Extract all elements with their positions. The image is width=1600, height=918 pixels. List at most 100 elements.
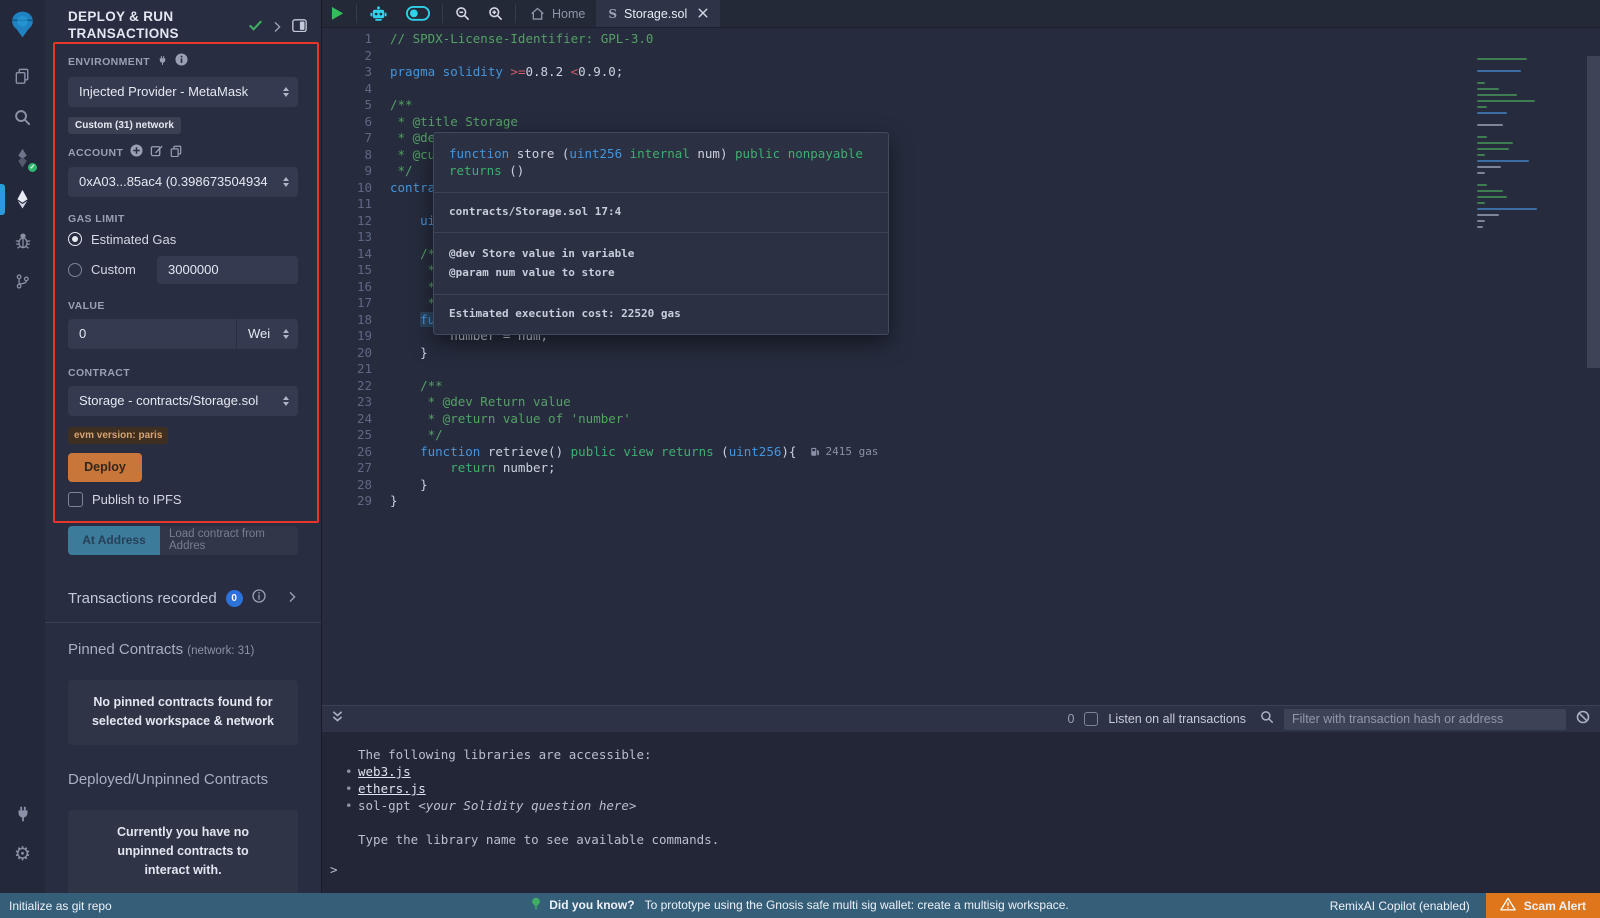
transactions-recorded-row[interactable]: Transactions recorded 0 <box>68 589 298 608</box>
run-script-button[interactable] <box>322 0 353 27</box>
terminal-line <box>322 814 1600 831</box>
terminal-line: •web3.js <box>322 763 1600 780</box>
toolbar-separator <box>515 4 516 23</box>
add-account-icon[interactable] <box>130 144 143 162</box>
publish-ipfs-checkbox[interactable] <box>68 492 83 507</box>
account-select[interactable]: 0xA03...85ac4 (0.398673504934 <box>68 167 298 197</box>
settings-icon[interactable]: ⚙ <box>0 834 45 875</box>
code-line: 24 * @return value of 'number' <box>322 411 1600 428</box>
solidity-compiler-icon[interactable]: ✓ <box>0 138 45 179</box>
environment-info-icon[interactable] <box>175 53 188 71</box>
pin-panel-icon[interactable] <box>292 19 307 37</box>
ai-copilot-icon[interactable] <box>360 0 397 27</box>
zoom-in-icon[interactable] <box>479 0 512 27</box>
code-line: 28 } <box>322 477 1600 494</box>
panel-title: DEPLOY & RUN TRANSACTIONS <box>68 9 218 43</box>
sign-message-icon[interactable] <box>150 144 163 162</box>
transactions-recorded-label: Transactions recorded <box>68 590 217 607</box>
pinned-contracts-header: Pinned Contracts (network: 31) <box>68 641 298 658</box>
environment-value: Injected Provider - MetaMask <box>79 84 248 99</box>
custom-gas-value: 3000000 <box>168 262 219 277</box>
transactions-expand-icon[interactable] <box>289 589 296 607</box>
plug-icon[interactable] <box>157 53 168 71</box>
git-icon[interactable] <box>0 261 45 302</box>
file-explorer-icon[interactable] <box>0 56 45 97</box>
editor-pane: Home S Storage.sol 1// SPDX-License-Iden… <box>322 0 1600 705</box>
gas-estimate-badge: 2415 gas <box>810 444 878 461</box>
editor-tabbar: Home S Storage.sol <box>322 0 1600 28</box>
deployed-contracts-header: Deployed/Unpinned Contracts <box>68 771 298 788</box>
environment-select[interactable]: Injected Provider - MetaMask <box>68 77 298 107</box>
network-badge: Custom (31) network <box>68 117 181 134</box>
lightbulb-icon <box>531 897 541 913</box>
pending-tx-count: 0 <box>1067 712 1074 726</box>
custom-gas-input[interactable]: 3000000 <box>157 256 298 284</box>
toolbar-separator <box>356 4 357 23</box>
copy-account-icon[interactable] <box>170 144 182 162</box>
value-label: VALUE <box>68 300 298 312</box>
section-divider <box>45 622 321 623</box>
status-bar: Initialize as git repo Did you know? To … <box>0 893 1600 918</box>
listen-transactions-checkbox[interactable] <box>1084 712 1098 726</box>
copilot-status[interactable]: RemixAI Copilot (enabled) <box>1330 899 1470 913</box>
at-address-input[interactable]: Load contract from Addres <box>160 526 298 555</box>
transactions-info-icon[interactable] <box>252 589 266 608</box>
plugin-manager-icon[interactable] <box>0 793 45 834</box>
deploy-run-icon[interactable] <box>0 179 45 220</box>
chevron-updown-icon <box>283 329 289 339</box>
tooltip-gas: Estimated execution cost: 22520 gas <box>434 294 888 334</box>
editor-scrollbar[interactable] <box>1587 56 1600 368</box>
copilot-toggle-on[interactable] <box>397 0 439 27</box>
custom-gas-radio[interactable] <box>68 263 82 277</box>
contract-label: CONTRACT <box>68 367 298 379</box>
panel-collapse-icon[interactable] <box>274 19 281 37</box>
collapse-terminal-icon[interactable] <box>332 710 343 728</box>
terminal-line: •ethers.js <box>322 780 1600 797</box>
evm-version-badge: evm version: paris <box>68 427 168 444</box>
editor-minimap[interactable] <box>1477 58 1547 232</box>
zoom-out-icon[interactable] <box>446 0 479 27</box>
pinned-empty-message: No pinned contracts found for selected w… <box>68 680 298 745</box>
remix-logo[interactable] <box>0 0 45 48</box>
icon-sidebar: ✓ ⚙ <box>0 0 45 893</box>
at-address-button[interactable]: At Address <box>68 526 160 555</box>
deployed-empty-message: Currently you have no unpinned contracts… <box>68 810 298 894</box>
publish-ipfs-label: Publish to IPFS <box>92 492 182 507</box>
tip-title: Did you know? <box>549 898 634 912</box>
clear-console-icon[interactable] <box>1576 710 1590 729</box>
terminal-search-icon <box>1260 710 1274 729</box>
scam-alert-button[interactable]: Scam Alert <box>1486 893 1600 918</box>
account-label: ACCOUNT <box>68 147 123 159</box>
tooltip-doc: @dev Store value in variable@param num v… <box>434 232 888 295</box>
deploy-button[interactable]: Deploy <box>68 453 142 482</box>
tooltip-location: contracts/Storage.sol 17:4 <box>434 192 888 232</box>
code-line: 27 return number; <box>322 460 1600 477</box>
terminal-output[interactable]: The following libraries are accessible:•… <box>322 732 1600 848</box>
panel-check-icon <box>248 18 263 38</box>
close-tab-icon[interactable] <box>698 7 708 21</box>
transaction-filter-input[interactable]: Filter with transaction hash or address <box>1284 709 1566 730</box>
code-line: 23 * @dev Return value <box>322 394 1600 411</box>
code-editor[interactable]: 1// SPDX-License-Identifier: GPL-3.023pr… <box>322 28 1600 705</box>
terminal-link[interactable]: ethers.js <box>358 780 426 797</box>
contract-select[interactable]: Storage - contracts/Storage.sol <box>68 386 298 416</box>
code-line: 26 function retrieve() public view retur… <box>322 444 1600 461</box>
terminal-link[interactable]: web3.js <box>358 763 411 780</box>
tab-home-label: Home <box>552 7 585 21</box>
transactions-count-badge: 0 <box>226 590 243 607</box>
value-unit-select[interactable]: Wei <box>236 319 298 349</box>
estimated-gas-radio[interactable] <box>68 232 82 246</box>
chevron-updown-icon <box>283 177 289 187</box>
tab-storage-sol[interactable]: S Storage.sol <box>597 0 720 27</box>
debugger-icon[interactable] <box>0 220 45 261</box>
search-icon[interactable] <box>0 97 45 138</box>
code-line: 5/** <box>322 97 1600 114</box>
terminal: 0 Listen on all transactions Filter with… <box>322 705 1600 893</box>
code-line: 2 <box>322 48 1600 65</box>
terminal-prompt[interactable]: > <box>322 862 1600 877</box>
value-input[interactable]: 0 <box>68 319 236 349</box>
at-address-placeholder: Load contract from Addres <box>169 528 289 552</box>
tab-home[interactable]: Home <box>519 0 597 27</box>
code-line: 4 <box>322 81 1600 98</box>
git-init-button[interactable]: Initialize as git repo <box>9 899 112 913</box>
